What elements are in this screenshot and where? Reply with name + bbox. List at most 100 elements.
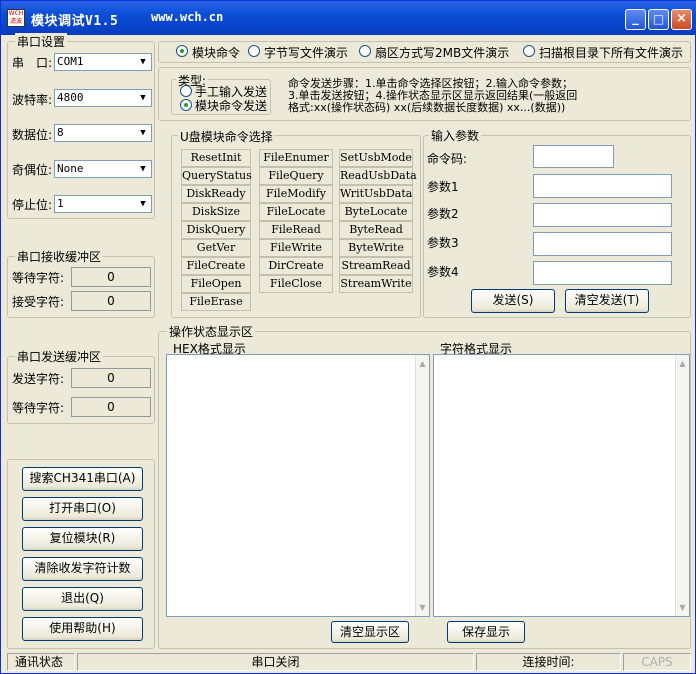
param4-input[interactable] xyxy=(533,261,672,285)
baud-label: 波特率: xyxy=(12,93,53,107)
scroll-down-icon[interactable]: ▼ xyxy=(416,601,429,614)
exit-button[interactable]: 退出(Q) xyxy=(22,587,143,611)
param3-input[interactable] xyxy=(533,232,672,256)
parity-value: None xyxy=(57,162,84,175)
cmd-code-input[interactable] xyxy=(533,145,614,168)
type-radio-manual[interactable] xyxy=(180,85,192,97)
cmd-byte-write[interactable]: ByteWrite xyxy=(339,239,413,257)
search-ch341-button[interactable]: 搜索CH341串口(A) xyxy=(22,467,143,491)
databits-select[interactable]: 8 ▼ xyxy=(54,124,152,142)
cmd-get-ver[interactable]: GetVer xyxy=(181,239,251,257)
mode-radio-scan-root[interactable] xyxy=(523,45,535,57)
reset-module-button[interactable]: 复位模块(R) xyxy=(22,527,143,551)
scroll-up-icon[interactable]: ▲ xyxy=(676,357,689,370)
cmd-disk-size[interactable]: DiskSize xyxy=(181,203,251,221)
port-label: 串 口: xyxy=(12,56,53,70)
cmd-file-open[interactable]: FileOpen xyxy=(181,275,251,293)
status-connect-time: 连接时间: xyxy=(476,653,621,671)
hex-display-area[interactable]: ▲ ▼ xyxy=(166,354,430,617)
mode-radio-sector-write[interactable] xyxy=(359,45,371,57)
param2-input[interactable] xyxy=(533,203,672,227)
maximize-button[interactable]: □ xyxy=(648,9,669,30)
cmd-set-usb-mode[interactable]: SetUsbMode xyxy=(339,149,413,167)
cmd-dir-create[interactable]: DirCreate xyxy=(259,257,333,275)
close-button[interactable]: × xyxy=(671,9,692,30)
help-button[interactable]: 使用帮助(H) xyxy=(22,617,143,641)
hex-scrollbar[interactable]: ▲ ▼ xyxy=(415,355,429,616)
tx-waiting-label: 等待字符: xyxy=(12,401,65,415)
tx-waiting-value: 0 xyxy=(71,397,151,417)
baud-value: 4800 xyxy=(57,91,84,104)
tx-buffer-label: 串口发送缓冲区 xyxy=(15,348,104,365)
minimize-button[interactable]: _ xyxy=(625,9,646,30)
param1-label: 参数1 xyxy=(427,180,459,194)
main-window: WCH 滤波 模块调试V1.5 www.wch.cn _ □ × 串口设置 串 … xyxy=(0,0,696,674)
cmd-file-modify[interactable]: FileModify xyxy=(259,185,333,203)
param2-label: 参数2 xyxy=(427,207,459,221)
chevron-down-icon[interactable]: ▼ xyxy=(135,90,151,106)
scroll-down-icon[interactable]: ▼ xyxy=(676,601,689,614)
mode-label-byte-write[interactable]: 字节写文件演示 xyxy=(264,44,348,61)
mode-radio-byte-write[interactable] xyxy=(248,45,260,57)
port-value: COM1 xyxy=(57,55,84,68)
param1-input[interactable] xyxy=(533,174,672,198)
scroll-up-icon[interactable]: ▲ xyxy=(416,357,429,370)
param3-label: 参数3 xyxy=(427,236,459,250)
tx-sent-label: 发送字符: xyxy=(12,372,65,386)
char-scrollbar[interactable]: ▲ ▼ xyxy=(675,355,689,616)
input-params-label: 输入参数 xyxy=(429,127,482,144)
mode-radio-module-cmd[interactable] xyxy=(176,45,188,57)
cmd-disk-ready[interactable]: DiskReady xyxy=(181,185,251,203)
mode-label-module-cmd[interactable]: 模块命令 xyxy=(192,44,240,61)
stopbits-select[interactable]: 1 ▼ xyxy=(54,195,152,213)
cmd-stream-read[interactable]: StreamRead xyxy=(339,257,413,275)
send-button[interactable]: 发送(S) xyxy=(471,289,555,313)
chevron-down-icon[interactable]: ▼ xyxy=(135,196,151,212)
clear-send-button[interactable]: 清空发送(T) xyxy=(565,289,649,313)
type-label-module[interactable]: 模块命令发送 xyxy=(195,97,267,114)
cmd-read-usb-data[interactable]: ReadUsbData xyxy=(339,167,417,185)
status-caps: CAPS xyxy=(623,653,691,671)
port-select[interactable]: COM1 ▼ xyxy=(54,53,152,71)
parity-select[interactable]: None ▼ xyxy=(54,160,152,178)
rx-received-value: 0 xyxy=(71,291,151,311)
cmd-file-read[interactable]: FileRead xyxy=(259,221,333,239)
cmd-query-status[interactable]: QueryStatus xyxy=(181,167,252,185)
cmd-file-erase[interactable]: FileErase xyxy=(181,293,251,311)
app-logo-icon: WCH 滤波 xyxy=(7,9,25,27)
command-group-label: U盘模块命令选择 xyxy=(178,128,275,145)
type-radio-module[interactable] xyxy=(180,99,192,111)
save-display-button[interactable]: 保存显示 xyxy=(447,621,525,643)
chevron-down-icon[interactable]: ▼ xyxy=(135,54,151,70)
status-display-label: 操作状态显示区 xyxy=(167,323,256,340)
char-display-area[interactable]: ▲ ▼ xyxy=(433,354,690,617)
clear-count-button[interactable]: 清除收发字符计数 xyxy=(22,557,143,581)
rx-received-label: 接受字符: xyxy=(12,295,65,309)
mode-label-sector-write[interactable]: 扇区方式写2MB文件演示 xyxy=(375,44,509,61)
cmd-file-locate[interactable]: FileLocate xyxy=(259,203,333,221)
mode-label-scan-root[interactable]: 扫描根目录下所有文件演示 xyxy=(539,44,683,61)
cmd-file-enumer[interactable]: FileEnumer xyxy=(259,149,333,167)
cmd-file-create[interactable]: FileCreate xyxy=(181,257,251,275)
clear-display-button[interactable]: 清空显示区 xyxy=(331,621,409,643)
cmd-writ-usb-data[interactable]: WritUsbData xyxy=(339,185,413,203)
title-bar[interactable]: WCH 滤波 模块调试V1.5 www.wch.cn _ □ × xyxy=(1,1,696,35)
cmd-byte-locate[interactable]: ByteLocate xyxy=(339,203,413,221)
databits-label: 数据位: xyxy=(12,128,53,142)
cmd-file-close[interactable]: FileClose xyxy=(259,275,333,293)
cmd-byte-read[interactable]: ByteRead xyxy=(339,221,413,239)
databits-value: 8 xyxy=(57,126,64,139)
chevron-down-icon[interactable]: ▼ xyxy=(135,125,151,141)
baud-select[interactable]: 4800 ▼ xyxy=(54,89,152,107)
cmd-file-write[interactable]: FileWrite xyxy=(259,239,333,257)
chevron-down-icon[interactable]: ▼ xyxy=(135,161,151,177)
cmd-reset-init[interactable]: ResetInit xyxy=(181,149,251,167)
cmd-code-label: 命令码: xyxy=(427,152,468,166)
cmd-disk-query[interactable]: DiskQuery xyxy=(181,221,251,239)
status-port: 串口关闭 xyxy=(77,653,474,671)
cmd-file-query[interactable]: FileQuery xyxy=(259,167,333,185)
rx-waiting-value: 0 xyxy=(71,267,151,287)
open-port-button[interactable]: 打开串口(O) xyxy=(22,497,143,521)
param4-label: 参数4 xyxy=(427,265,459,279)
cmd-stream-write[interactable]: StreamWrite xyxy=(339,275,413,293)
